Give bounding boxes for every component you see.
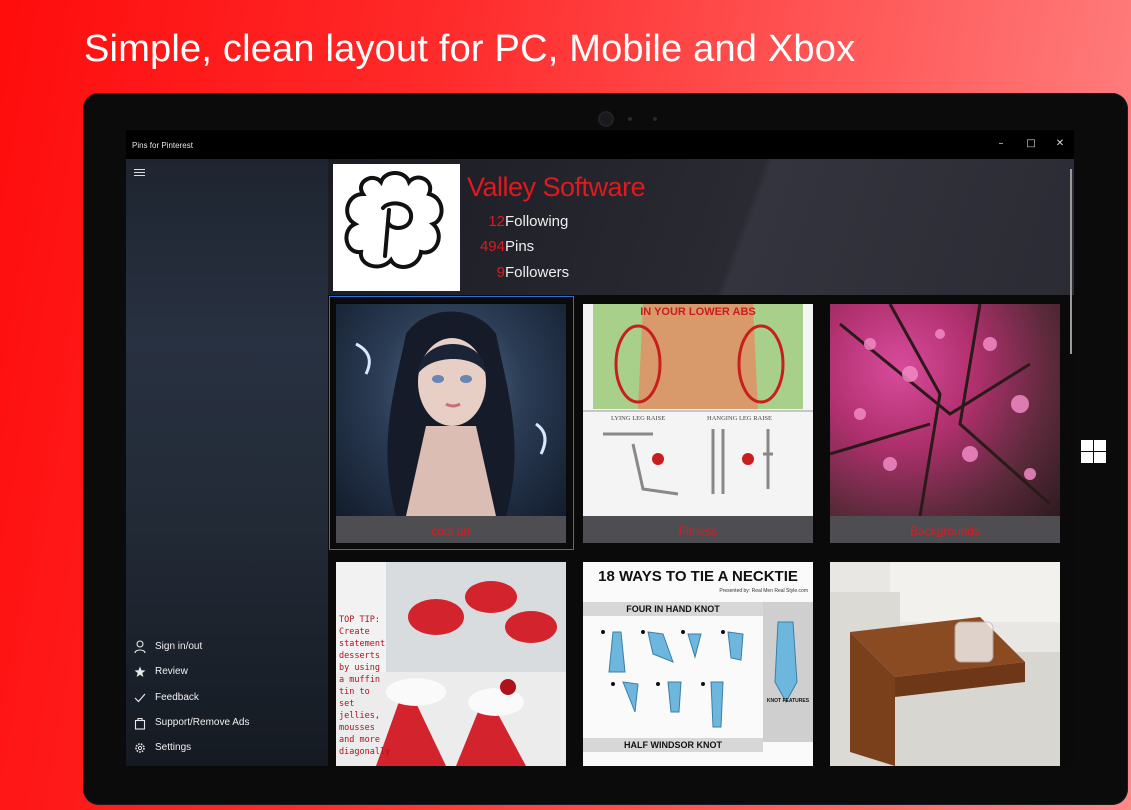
board-image [830, 304, 1060, 516]
sidebar-item-label: Support/Remove Ads [155, 717, 250, 728]
pin-text: IN YOUR LOWER ABS [640, 306, 756, 318]
sensor-dot [653, 117, 657, 121]
headline: Simple, clean layout for PC, Mobile and … [84, 28, 856, 70]
pin-tile-desserts[interactable]: TOP TIP: Create statement desserts by us… [336, 562, 566, 766]
vertical-scrollbar[interactable] [1070, 169, 1072, 354]
board-caption: Fitness [583, 516, 813, 543]
pin-text: HALF WINDSOR KNOT [624, 740, 722, 750]
windows-logo-icon[interactable] [1081, 440, 1107, 464]
close-button[interactable]: ✕ [1051, 136, 1069, 152]
camera-icon [598, 111, 614, 127]
sidebar-item-label: Sign in/out [155, 641, 203, 652]
stat-following[interactable]: 12Following [475, 213, 568, 230]
sidebar-item-label: Review [155, 666, 188, 677]
pin-text: KNOT FEATURES [766, 698, 810, 704]
stat-label: Pins [505, 238, 535, 255]
pin-tile-sofa-table[interactable] [830, 562, 1060, 766]
board-image: IN YOUR LOWER ABS LYING LEG RAISE HANGIN… [583, 304, 813, 516]
pin-tile-necktie[interactable]: 18 WAYS TO TIE A NECKTIE Presented by: R… [583, 562, 813, 766]
sidebar-item-label: Feedback [155, 692, 199, 703]
profile-name: Valley Software [467, 172, 646, 202]
stat-label: Following [505, 213, 569, 230]
person-icon [134, 640, 146, 654]
hamburger-menu-icon[interactable] [134, 169, 145, 177]
check-icon [134, 691, 146, 705]
avatar[interactable] [333, 164, 460, 291]
profile-header: Valley Software 12Following 494Pins 9Fol… [328, 159, 1074, 295]
sidebar: Sign in/out Review Feedback Support/Remo… [126, 159, 328, 766]
pin-text: LYING LEG RAISE [611, 415, 666, 422]
app-title: Pins for Pinterest [132, 141, 193, 150]
board-caption: Backgrounds [830, 516, 1060, 543]
stat-value: 9 [496, 264, 505, 281]
sidebar-item-settings[interactable]: Settings [126, 737, 328, 761]
pin-text: HANGING LEG RAISE [707, 415, 772, 422]
tablet-device: Pins for Pinterest – □ ✕ Sign in/out Rev… [83, 93, 1128, 805]
stat-pins[interactable]: 494Pins [475, 238, 534, 255]
board-image [336, 304, 566, 516]
sensor-dot [628, 117, 632, 121]
minimize-button[interactable]: – [992, 136, 1010, 152]
board-tile-fitness[interactable]: IN YOUR LOWER ABS LYING LEG RAISE HANGIN… [583, 304, 813, 543]
board-tile-cool-art[interactable]: cool art [336, 304, 566, 543]
gear-icon [134, 741, 146, 755]
board-tile-backgrounds[interactable]: Backgrounds [830, 304, 1060, 543]
sidebar-item-sign-in[interactable]: Sign in/out [126, 636, 328, 660]
sidebar-item-support[interactable]: Support/Remove Ads [126, 712, 328, 736]
sidebar-item-feedback[interactable]: Feedback [126, 687, 328, 711]
title-bar: Pins for Pinterest – □ ✕ [126, 130, 1074, 159]
main-content: Valley Software 12Following 494Pins 9Fol… [328, 159, 1074, 766]
pin-image: TOP TIP: Create statement desserts by us… [336, 562, 566, 766]
pin-text: TOP TIP: Create statement desserts by us… [339, 615, 391, 757]
stat-value: 494 [479, 238, 505, 255]
star-icon [134, 665, 146, 679]
bag-icon [134, 716, 146, 730]
app-window: Pins for Pinterest – □ ✕ Sign in/out Rev… [126, 130, 1074, 766]
pin-image: 18 WAYS TO TIE A NECKTIE Presented by: R… [583, 562, 813, 766]
sidebar-item-label: Settings [155, 742, 192, 753]
stat-value: 12 [488, 213, 505, 230]
board-caption: cool art [336, 516, 566, 543]
stat-followers[interactable]: 9Followers [475, 264, 570, 281]
maximize-button[interactable]: □ [1022, 136, 1040, 152]
stat-label: Followers [505, 264, 570, 281]
pin-image [830, 562, 1060, 766]
sidebar-item-review[interactable]: Review [126, 661, 328, 685]
